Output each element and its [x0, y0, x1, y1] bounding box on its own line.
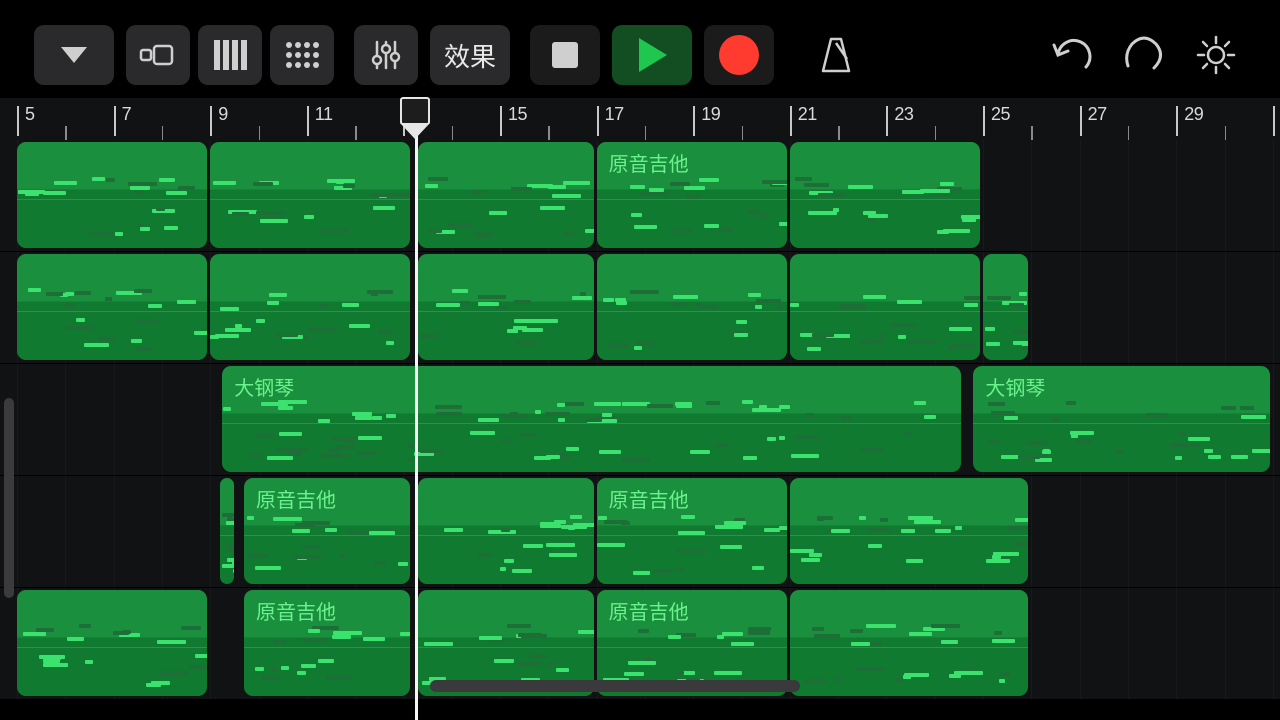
ruler-bar-label: 9 [218, 104, 228, 125]
ruler-bar-label: 29 [1184, 104, 1203, 125]
tracks-area[interactable]: 原音吉他大钢琴大钢琴原音吉他原音吉他原音吉他原音吉他 [0, 140, 1280, 700]
midi-region[interactable] [17, 590, 207, 696]
midi-region[interactable] [790, 478, 1029, 584]
midi-region[interactable] [983, 254, 1028, 360]
ruler-bar-label: 23 [894, 104, 913, 125]
ruler-bar-label: 21 [798, 104, 817, 125]
midi-region[interactable] [790, 590, 1029, 696]
playhead-line[interactable] [415, 98, 418, 720]
midi-region[interactable] [17, 142, 207, 248]
settings-button[interactable] [1186, 25, 1246, 85]
midi-region[interactable]: 原音吉他 [244, 478, 410, 584]
fx-button[interactable]: 效果 [430, 25, 510, 85]
ruler-bar-label: 15 [508, 104, 527, 125]
metronome-button[interactable] [806, 25, 866, 85]
mixer-button[interactable] [354, 25, 418, 85]
stop-button[interactable] [530, 25, 600, 85]
midi-region[interactable]: 原音吉他 [244, 590, 410, 696]
play-button[interactable] [612, 25, 692, 85]
ruler-bar-label: 27 [1088, 104, 1107, 125]
midi-region[interactable]: 大钢琴 [973, 366, 1269, 472]
midi-region[interactable] [210, 142, 410, 248]
midi-region[interactable]: 原音吉他 [597, 142, 787, 248]
midi-region[interactable] [418, 254, 594, 360]
keyboard-view-button[interactable] [198, 25, 262, 85]
record-button[interactable] [704, 25, 774, 85]
midi-region[interactable] [790, 142, 980, 248]
ruler-bar-label: 25 [991, 104, 1010, 125]
horizontal-scrollbar-thumb[interactable] [430, 680, 800, 692]
timeline-ruler[interactable]: 5791113151719212325272931 [0, 98, 1280, 140]
ruler-bar-label: 5 [25, 104, 35, 125]
midi-region[interactable] [210, 254, 410, 360]
midi-region[interactable] [790, 254, 980, 360]
playhead-handle[interactable] [400, 97, 430, 125]
region-view-button[interactable] [126, 25, 190, 85]
midi-region[interactable]: 原音吉他 [597, 478, 787, 584]
vertical-scrollbar-thumb[interactable] [4, 398, 14, 598]
view-switch-group [126, 25, 334, 85]
track-view-menu-button[interactable] [34, 25, 114, 85]
undo-button[interactable] [1042, 25, 1102, 85]
ruler-bar-label: 17 [605, 104, 624, 125]
fx-label: 效果 [444, 37, 496, 74]
midi-region[interactable] [17, 254, 207, 360]
midi-region[interactable] [418, 142, 594, 248]
midi-region[interactable] [418, 478, 594, 584]
midi-region[interactable]: 大钢琴 [222, 366, 960, 472]
grid-view-button[interactable] [270, 25, 334, 85]
midi-region[interactable] [597, 254, 787, 360]
top-toolbar: 效果 [0, 20, 1280, 90]
ruler-bar-label: 11 [315, 104, 333, 125]
ruler-bar-label: 7 [122, 104, 132, 125]
midi-region[interactable] [220, 478, 234, 584]
ruler-bar-label: 19 [701, 104, 720, 125]
loop-button[interactable] [1114, 25, 1174, 85]
